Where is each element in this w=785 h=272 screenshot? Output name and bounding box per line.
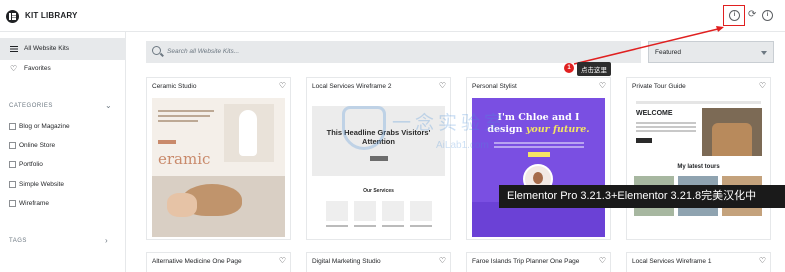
watermark-subtext: AiLab1.com (436, 140, 489, 151)
shield-icon (342, 106, 386, 150)
annotation-tooltip: 点击这里 (577, 62, 611, 76)
watermark-text: 一念实验室 (392, 112, 508, 134)
step-badge: 1 (564, 63, 574, 73)
caption-overlay: Elementor Pro 3.21.3+Elementor 3.21.8完美汉… (499, 185, 785, 208)
kit-library-page: KIT LIBRARY i ⟳ i All Website Kits ♡ Fav… (0, 0, 785, 272)
watermark: 一念实验室 AiLab1.com (340, 104, 520, 164)
